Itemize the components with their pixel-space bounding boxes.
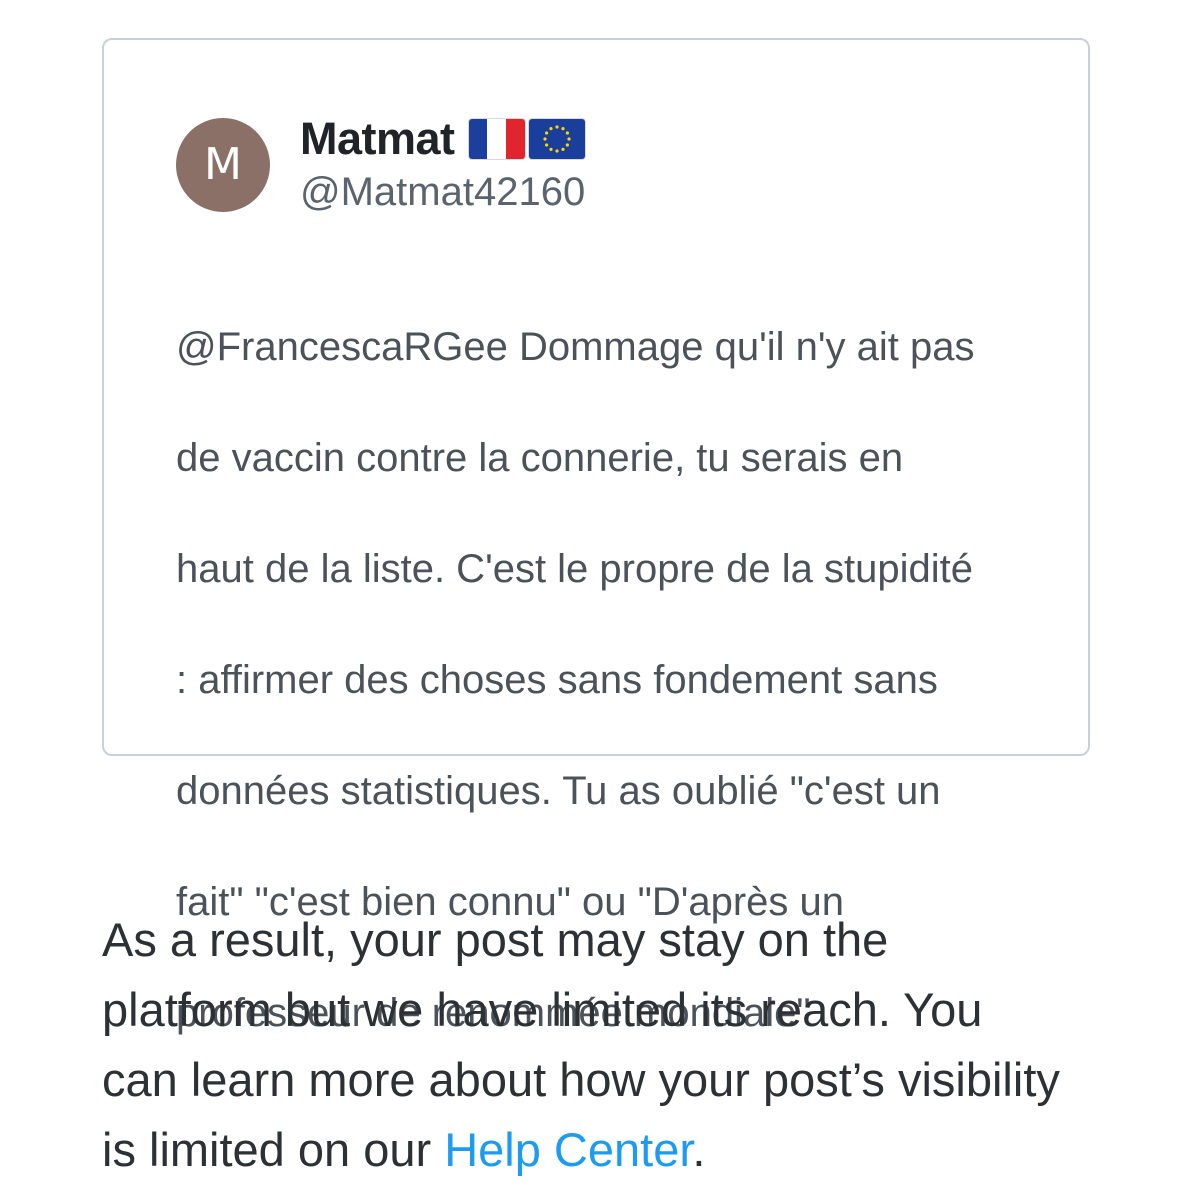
tweet-text-line: données statistiques. Tu as oublié "c'es… xyxy=(176,768,941,813)
avatar-initial: M xyxy=(204,139,242,190)
display-name[interactable]: Matmat xyxy=(300,113,455,165)
tweet-author: Matmat @Matmat42160 xyxy=(300,112,585,215)
tweet-text-line: : affirmer des choses sans fondement san… xyxy=(176,657,938,702)
help-center-link[interactable]: Help Center xyxy=(444,1123,692,1176)
flag-emojis xyxy=(468,119,585,159)
user-handle[interactable]: @Matmat42160 xyxy=(300,170,585,215)
tweet-text-line: @FrancescaRGee Dommage qu'il n'y ait pas xyxy=(176,324,975,369)
notice-line-suffix: . xyxy=(692,1123,706,1176)
display-name-row: Matmat xyxy=(300,112,585,166)
eu-flag-icon xyxy=(528,119,585,159)
notice-line: can learn more about how your post’s vis… xyxy=(102,1053,1060,1106)
avatar[interactable]: M xyxy=(176,118,270,212)
french-flag-icon xyxy=(468,119,525,159)
notice-line: platform but we have limited its reach. … xyxy=(102,983,983,1036)
tweet-text-line: haut de la liste. C'est le propre de la … xyxy=(176,546,973,591)
embedded-tweet-card[interactable]: M Matmat @Matmat42160 @FrancescaRGee Dom… xyxy=(102,38,1090,1035)
notice-line-last: is limited on our Help Center. xyxy=(102,1115,1112,1185)
tweet-text-line: de vaccin contre la connerie, tu serais … xyxy=(176,435,904,480)
notice-line-prefix: is limited on our xyxy=(102,1123,445,1176)
notice-line: As a result, your post may stay on the xyxy=(102,913,889,966)
visibility-notice: As a result, your post may stay on the p… xyxy=(102,905,1112,1185)
